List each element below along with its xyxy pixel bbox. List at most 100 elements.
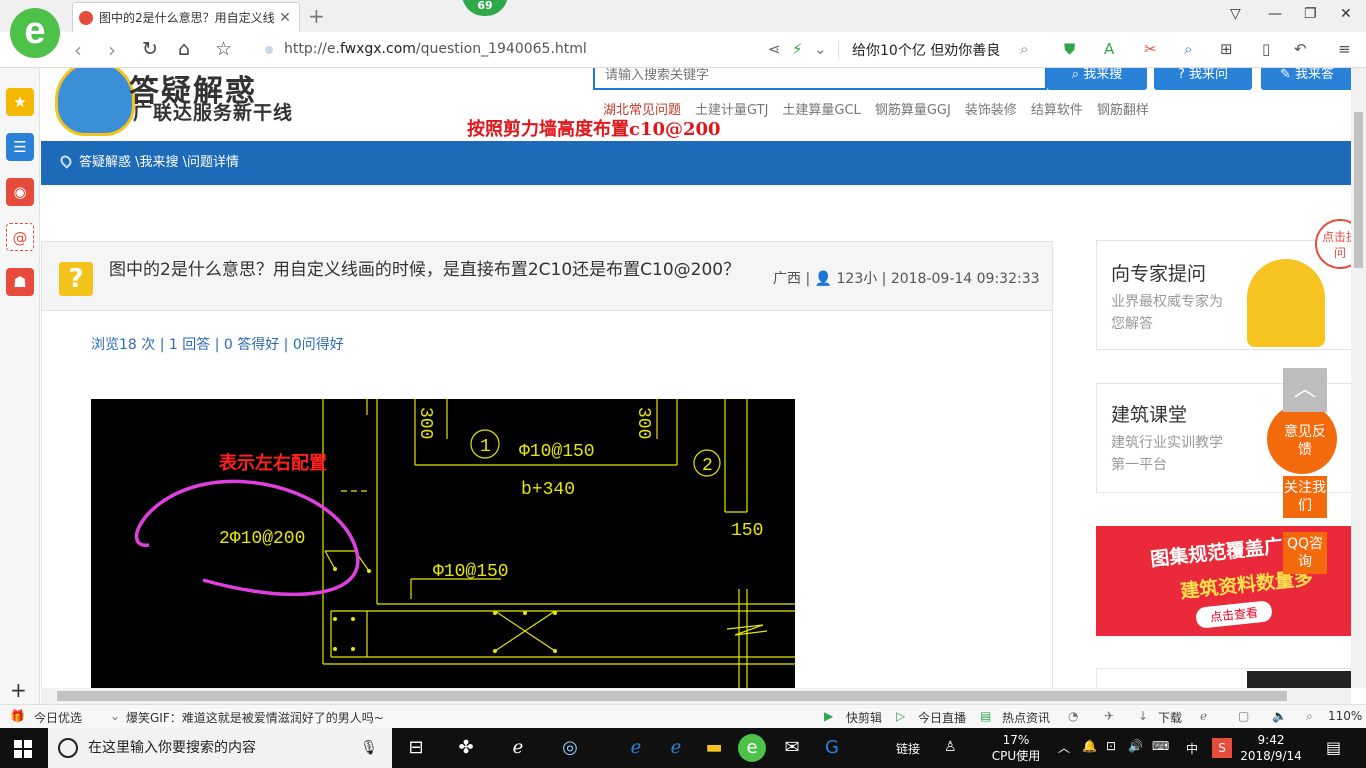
back-icon[interactable]: ‹: [74, 38, 82, 62]
cpu-meter[interactable]: 17% CPU使用: [990, 732, 1042, 764]
ask-button[interactable]: ? 我来问: [1154, 68, 1252, 90]
hotlink-item[interactable]: 土建算量GCL: [782, 99, 860, 118]
search-icon[interactable]: ⌕: [1020, 40, 1028, 58]
favorite-star-icon[interactable]: ☆: [215, 38, 232, 60]
new-tab-button[interactable]: +: [308, 4, 325, 28]
game-icon[interactable]: ☗: [6, 268, 34, 296]
hot-news-link[interactable]: 热点资讯: [1002, 709, 1050, 726]
clock[interactable]: 9:42 2018/9/14: [1240, 732, 1302, 764]
horizontal-scrollbar[interactable]: [41, 688, 1351, 704]
show-hidden-icons-icon[interactable]: ︿: [1058, 739, 1070, 756]
cad-drawing-image[interactable]: 2Φ10@200 Φ10@150 Φ10@150 b+340 150 300 3…: [91, 399, 795, 688]
shield-icon[interactable]: ⛊: [1064, 40, 1075, 58]
hotlink-item[interactable]: 钢筋算量GGJ: [875, 99, 951, 118]
notification-bell-icon[interactable]: 🔔: [1082, 739, 1097, 753]
tab-close-icon[interactable]: ✕: [277, 10, 293, 26]
site-search-input[interactable]: [595, 68, 1045, 88]
volume-tray-icon[interactable]: 🔊: [1128, 739, 1143, 753]
restore-icon[interactable]: ❐: [1304, 6, 1317, 22]
reading-mode-icon[interactable]: ▯: [1262, 40, 1270, 58]
action-center-icon[interactable]: ▤: [1326, 738, 1341, 757]
undo-icon[interactable]: ↶: [1294, 40, 1307, 58]
zoom-level[interactable]: 110%: [1328, 709, 1362, 723]
edge-icon[interactable]: ℯ: [504, 734, 532, 762]
start-windows-icon[interactable]: [14, 740, 32, 758]
cortana-icon: [58, 738, 78, 758]
refresh-icon[interactable]: ↻: [142, 38, 158, 60]
qq-consult-button[interactable]: QQ咨询: [1283, 532, 1327, 574]
scrollbar-thumb[interactable]: [1354, 112, 1363, 268]
2345-browser-icon[interactable]: e: [738, 734, 766, 762]
skin-icon[interactable]: ▽: [1230, 6, 1241, 22]
mail-icon[interactable]: @: [6, 223, 34, 251]
hotlink-item[interactable]: 钢筋翻样: [1097, 99, 1149, 118]
live-link[interactable]: 今日直播: [918, 709, 966, 726]
hotlink-item[interactable]: 装饰装修: [965, 99, 1017, 118]
vertical-scrollbar[interactable]: [1351, 68, 1366, 688]
speed-icon[interactable]: ◔: [1068, 709, 1078, 723]
breadcrumb[interactable]: 答疑解惑 \我来搜 \问题详情: [79, 155, 239, 170]
news-icon[interactable]: ☰: [6, 133, 34, 161]
task-view-icon[interactable]: ⊟: [402, 734, 430, 762]
click-ask-tag[interactable]: 点击提问: [1315, 219, 1351, 269]
favorites-icon[interactable]: ★: [6, 88, 34, 116]
window-icon[interactable]: ▢: [1238, 709, 1249, 723]
minimize-icon[interactable]: —: [1268, 6, 1282, 22]
site-search-box: [593, 68, 1047, 90]
page-info-icon[interactable]: [265, 46, 273, 54]
file-explorer-icon[interactable]: ▬: [700, 734, 728, 762]
chevron-down-icon[interactable]: ⌄: [814, 40, 827, 58]
sogou-ime-icon[interactable]: S: [1212, 738, 1232, 758]
glodon-app-icon[interactable]: G: [818, 734, 846, 762]
ie-mode-icon[interactable]: ℯ: [1200, 709, 1207, 723]
download-link[interactable]: 下载: [1158, 709, 1182, 726]
banner-button[interactable]: 点击查看: [1195, 600, 1273, 629]
search-hint-text[interactable]: 给你10个亿 但劝你善良: [852, 40, 1000, 60]
browser-tab-active[interactable]: 图中的2是什么意思？用自定义线 ✕: [72, 2, 300, 32]
ask-expert-card[interactable]: 向专家提问 业界最权威专家为您解答 点击提问: [1096, 219, 1351, 350]
follow-button[interactable]: 关注我们: [1283, 476, 1327, 518]
magnifier-icon[interactable]: ⌕: [1184, 40, 1192, 58]
notification-badge[interactable]: 69: [462, 0, 508, 16]
translate-icon[interactable]: A: [1104, 40, 1114, 58]
answer-button[interactable]: ✎ 我来答: [1261, 68, 1351, 90]
gift-icon[interactable]: 🎁: [10, 709, 25, 723]
forward-icon[interactable]: ›: [108, 38, 116, 62]
close-window-icon[interactable]: ✕: [1340, 6, 1352, 22]
ie-icon[interactable]: ℯ: [662, 734, 690, 762]
hotlink-item[interactable]: 结算软件: [1031, 99, 1083, 118]
news-ticker[interactable]: 爆笑GIF：难道这就是被爱情滋润好了的男人吗~: [126, 709, 384, 726]
menu-icon[interactable]: ≡: [1338, 40, 1351, 58]
edge-browser-icon[interactable]: ℯ: [622, 734, 650, 762]
taskbar-search-box[interactable]: 在这里输入你要搜索的内容 🎙: [48, 728, 392, 768]
search-button[interactable]: ⌕ 我来搜: [1047, 68, 1147, 90]
people-icon[interactable]: ♙: [944, 739, 957, 755]
lightning-icon[interactable]: ⚡: [792, 40, 803, 58]
add-sidebar-icon[interactable]: +: [10, 678, 27, 702]
links-toolbar[interactable]: 链接: [896, 740, 920, 757]
mail-app-icon[interactable]: ✉: [778, 734, 806, 762]
scissors-icon[interactable]: ✂: [1144, 40, 1157, 58]
network-icon[interactable]: ⊡: [1106, 739, 1116, 753]
scrollbar-thumb[interactable]: [57, 691, 1287, 701]
weibo-icon[interactable]: ◉: [6, 178, 34, 206]
keyboard-icon[interactable]: ⌨: [1152, 739, 1169, 753]
volume-icon[interactable]: 🔈: [1272, 709, 1287, 723]
site-logo[interactable]: 答疑解惑 广联达服务新干线: [41, 68, 321, 140]
browser-logo-icon[interactable]: e: [10, 8, 60, 58]
fan-app-icon[interactable]: ✤: [452, 734, 480, 762]
pin-icon[interactable]: ✈: [1104, 709, 1114, 723]
more-card[interactable]: [1096, 668, 1351, 688]
url-field[interactable]: http://e.fwxgx.com/question_1940065.html: [284, 41, 587, 57]
back-to-top-icon[interactable]: ︿: [1283, 368, 1327, 412]
app-icon[interactable]: ◎: [556, 734, 584, 762]
home-icon[interactable]: ⌂: [178, 38, 190, 60]
share-icon[interactable]: ⋖: [768, 40, 781, 58]
quick-edit-link[interactable]: 快剪辑: [846, 709, 882, 726]
apps-grid-icon[interactable]: ⊞: [1220, 40, 1233, 58]
ime-indicator[interactable]: 中: [1186, 740, 1198, 757]
feedback-button[interactable]: 意见反馈: [1283, 420, 1327, 462]
daily-picks-link[interactable]: 今日优选: [34, 709, 82, 726]
question-stats[interactable]: 浏览18 次 | 1 回答 | 0 答得好 | 0问得好: [91, 334, 344, 354]
microphone-icon[interactable]: 🎙: [360, 728, 378, 768]
